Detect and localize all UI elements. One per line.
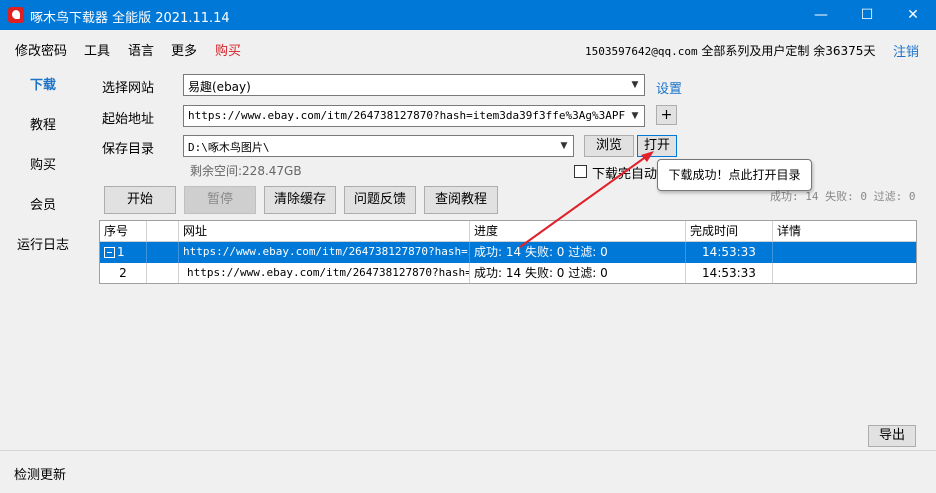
- sidebar-item-buy[interactable]: 购买: [0, 154, 86, 173]
- results-table: 序号 网址 进度 完成时间 详情 1 https://www.ebay.com/…: [99, 220, 917, 284]
- window-title: 啄木鸟下载器 全能版 2021.11.14: [30, 11, 230, 26]
- pause-button[interactable]: 暂停: [184, 186, 256, 214]
- account-remaining: 余36375天: [813, 44, 876, 58]
- status-bar: 检测更新: [0, 450, 936, 493]
- browse-button[interactable]: 浏览: [584, 135, 634, 157]
- row-url: https://www.ebay.com/itm/264738127870?ha…: [179, 263, 470, 283]
- menu-change-password[interactable]: 修改密码: [15, 40, 67, 59]
- menu-tools[interactable]: 工具: [84, 40, 110, 59]
- clear-cache-button[interactable]: 清除缓存: [264, 186, 336, 214]
- menu-buy[interactable]: 购买: [215, 40, 241, 59]
- row-blank: [147, 263, 179, 283]
- dir-label: 保存目录: [102, 142, 155, 157]
- row-url: https://www.ebay.com/itm/264738127870?ha…: [179, 242, 470, 263]
- auto-open-label: 下载完自动: [592, 167, 658, 182]
- menu-bar: 修改密码 工具 语言 更多 购买 1503597642@qq.com 全部系列及…: [0, 30, 936, 66]
- sidebar-item-run-log[interactable]: 运行日志: [0, 234, 86, 253]
- free-space: 剩余空间:228.47GB: [190, 164, 302, 178]
- logout-link[interactable]: 注销: [893, 41, 919, 60]
- save-dir-value: D:\啄木鸟图片\: [188, 141, 270, 154]
- table-row[interactable]: 1 https://www.ebay.com/itm/264738127870?…: [100, 242, 916, 263]
- header-time[interactable]: 完成时间: [686, 221, 773, 242]
- row-progress: 成功: 14 失败: 0 过滤: 0: [470, 242, 686, 263]
- row-progress: 成功: 14 失败: 0 过滤: 0: [470, 263, 686, 283]
- sidebar-item-tutorial[interactable]: 教程: [0, 114, 86, 133]
- minimize-button[interactable]: —: [798, 0, 844, 30]
- tutorial-button[interactable]: 查阅教程: [424, 186, 498, 214]
- row-index-cell: 1: [100, 242, 147, 263]
- collapse-icon[interactable]: [104, 247, 115, 258]
- success-tooltip[interactable]: 下载成功！点此打开目录: [657, 159, 812, 191]
- row-index: 2: [100, 263, 147, 283]
- site-label: 选择网站: [102, 81, 155, 96]
- feedback-button[interactable]: 问题反馈: [344, 186, 416, 214]
- chevron-down-icon: ▼: [626, 106, 644, 126]
- row-blank: [147, 242, 179, 263]
- url-label: 起始地址: [102, 112, 155, 127]
- table-row[interactable]: 2 https://www.ebay.com/itm/264738127870?…: [100, 263, 916, 283]
- header-index[interactable]: 序号: [100, 221, 147, 242]
- close-button[interactable]: ✕: [890, 0, 936, 30]
- export-button[interactable]: 导出: [868, 425, 916, 447]
- open-button[interactable]: 打开: [637, 135, 677, 157]
- row-detail: [773, 263, 916, 283]
- chevron-down-icon: ▼: [555, 136, 573, 156]
- header-progress[interactable]: 进度: [470, 221, 686, 242]
- auto-open-checkbox[interactable]: [574, 165, 587, 178]
- start-button[interactable]: 开始: [104, 186, 176, 214]
- row-time: 14:53:33: [686, 242, 773, 263]
- account-email: 1503597642@qq.com: [585, 45, 698, 58]
- account-info: 1503597642@qq.com 全部系列及用户定制 余36375天: [585, 42, 875, 59]
- menu-language[interactable]: 语言: [128, 40, 154, 59]
- site-select[interactable]: 易趣(ebay) ▼: [183, 74, 645, 96]
- url-input[interactable]: https://www.ebay.com/itm/264738127870?ha…: [183, 105, 645, 127]
- account-plan: 全部系列及用户定制: [701, 44, 810, 58]
- table-header: 序号 网址 进度 完成时间 详情: [100, 221, 916, 242]
- header-url[interactable]: 网址: [179, 221, 470, 242]
- row-time: 14:53:33: [686, 263, 773, 283]
- check-update-link[interactable]: 检测更新: [14, 464, 66, 483]
- add-url-button[interactable]: +: [656, 105, 677, 125]
- title-bar: 啄木鸟下载器 全能版 2021.11.14 — ☐ ✕: [0, 0, 936, 30]
- sidebar-item-download[interactable]: 下载: [0, 74, 86, 93]
- header-detail[interactable]: 详情: [773, 221, 916, 242]
- chevron-down-icon: ▼: [626, 75, 644, 95]
- header-blank: [147, 221, 179, 242]
- row-index: 1: [117, 245, 125, 259]
- save-dir-input[interactable]: D:\啄木鸟图片\ ▼: [183, 135, 574, 157]
- settings-link[interactable]: 设置: [656, 78, 682, 97]
- maximize-button[interactable]: ☐: [844, 0, 890, 30]
- row-detail: [773, 242, 916, 263]
- url-input-value: https://www.ebay.com/itm/264738127870?ha…: [188, 109, 645, 122]
- menu-more[interactable]: 更多: [171, 40, 197, 59]
- site-select-value: 易趣(ebay): [188, 80, 251, 94]
- sidebar-item-member[interactable]: 会员: [0, 194, 86, 213]
- woodpecker-logo-icon: [8, 7, 24, 23]
